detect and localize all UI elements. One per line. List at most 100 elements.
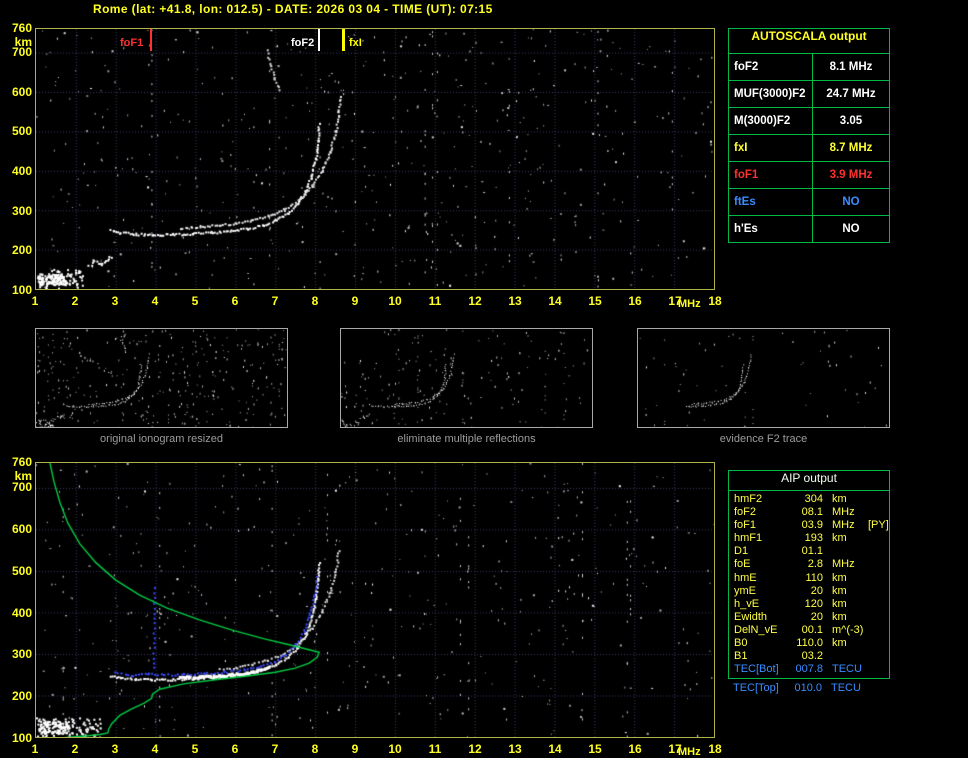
aip-row-hmF1: hmF1193km <box>729 532 889 545</box>
aip-cell-val: 20 <box>792 585 832 598</box>
autoscala-param-label: foF1 <box>729 162 813 188</box>
aip-cell-u: TECU <box>832 663 868 676</box>
x-tick-label: 3 <box>100 294 130 308</box>
aip-cell-note <box>868 585 889 598</box>
aip-cell-val: 010.0 <box>791 682 831 695</box>
marker-line-fof1 <box>150 29 152 51</box>
y-tick-label: 600 <box>4 522 32 536</box>
marker-label-fxi: fxI <box>349 37 362 49</box>
y-tick-label: 400 <box>4 164 32 178</box>
autoscala-param-value: 8.1 MHz <box>813 61 889 73</box>
autoscala-table-rows: foF28.1 MHzMUF(3000)F224.7 MHzM(3000)F23… <box>729 53 889 242</box>
aip-cell-u: MHz <box>832 558 868 571</box>
aip-cell-val: 2.8 <box>792 558 832 571</box>
x-tick-label: 14 <box>540 742 570 756</box>
aip-cell-u: MHz <box>832 506 868 519</box>
thumb-original-ionogram-canvas <box>36 329 287 427</box>
thumb-eliminate-reflections <box>340 328 593 428</box>
x-tick-label: 9 <box>340 742 370 756</box>
x-tick-label: 16 <box>620 742 650 756</box>
aip-cell-val: 08.1 <box>792 506 832 519</box>
aip-cell-val: 304 <box>792 493 832 506</box>
x-tick-label: 9 <box>340 294 370 308</box>
x-tick-label: 11 <box>420 742 450 756</box>
y-axis-unit-label: km <box>4 35 32 49</box>
autoscala-param-label: h'Es <box>729 216 813 242</box>
aip-cell-n: hmE <box>734 572 792 585</box>
aip-cell-note <box>868 572 889 585</box>
aip-cell-u: m^(-3) <box>832 624 868 637</box>
autoscala-param-label: ftEs <box>729 189 813 215</box>
aip-cell-n: TEC[Bot] <box>734 663 792 676</box>
aip-cell-val: 007.8 <box>792 663 832 676</box>
aip-cell-u <box>832 650 868 663</box>
autoscala-param-value: NO <box>813 196 889 208</box>
aip-tec-top-row: TEC[Top]010.0TECU <box>728 682 890 695</box>
autoscala-param-value: NO <box>813 223 889 235</box>
aip-cell-note <box>868 624 889 637</box>
x-tick-label: 14 <box>540 294 570 308</box>
aip-row-DelN_vE: DelN_vE00.1m^(-3) <box>729 624 889 637</box>
aip-cell-n: DelN_vE <box>734 624 792 637</box>
aip-cell-u: km <box>832 493 868 506</box>
y-tick-label: 600 <box>4 85 32 99</box>
thumb-eliminate-reflections-canvas <box>341 329 592 427</box>
x-tick-label: 5 <box>180 742 210 756</box>
autoscala-row-ftEs: ftEsNO <box>729 188 889 215</box>
aip-cell-val: 03.9 <box>792 519 832 532</box>
autoscala-row-M(3000)F2: M(3000)F23.05 <box>729 107 889 134</box>
autoscala-param-label: MUF(3000)F2 <box>729 81 813 107</box>
aip-row-foE: foE2.8MHz <box>729 558 889 571</box>
thumb-evidence-f2-trace-canvas <box>638 329 889 427</box>
aip-row-ymE: ymE20km <box>729 585 889 598</box>
aip-row-B1: B103.2 <box>729 650 889 663</box>
aip-cell-note <box>868 506 889 519</box>
x-tick-label: 1 <box>20 294 50 308</box>
autoscala-param-value: 3.9 MHz <box>813 169 889 181</box>
aip-cell-n: B0 <box>734 637 792 650</box>
x-axis-unit-label: MHz <box>678 298 701 310</box>
aip-row-Ewidth: Ewidth20km <box>729 611 889 624</box>
x-axis-unit-label: MHz <box>678 746 701 758</box>
x-tick-label: 7 <box>260 742 290 756</box>
aip-cell-val: 20 <box>792 611 832 624</box>
aip-cell-val: 193 <box>792 532 832 545</box>
aip-row-D1: D101.1 <box>729 545 889 558</box>
aip-cell-u: TECU <box>831 682 867 695</box>
aip-cell-val: 110.0 <box>792 637 832 650</box>
y-tick-label: 300 <box>4 647 32 661</box>
autoscala-row-foF2: foF28.1 MHz <box>729 53 889 80</box>
autoscala-param-label: M(3000)F2 <box>729 108 813 134</box>
aip-row-hmF2: hmF2304km <box>729 493 889 506</box>
aip-cell-note <box>868 558 889 571</box>
y-axis-unit-label: km <box>4 469 32 483</box>
x-tick-label: 18 <box>700 742 730 756</box>
aip-cell-note <box>868 532 889 545</box>
x-tick-label: 12 <box>460 742 490 756</box>
aip-cell-n: hmF2 <box>734 493 792 506</box>
x-tick-label: 6 <box>220 294 250 308</box>
autoscala-row-MUF(3000)F2: MUF(3000)F224.7 MHz <box>729 80 889 107</box>
x-tick-label: 10 <box>380 742 410 756</box>
x-tick-label: 6 <box>220 742 250 756</box>
thumb-evidence-f2-trace <box>637 328 890 428</box>
aip-row-foF1: foF103.9MHz[PY] <box>729 519 889 532</box>
x-tick-label: 16 <box>620 294 650 308</box>
x-tick-label: 13 <box>500 294 530 308</box>
autoscala-param-value: 8.7 MHz <box>813 142 889 154</box>
aip-cell-u: km <box>832 572 868 585</box>
x-tick-label: 4 <box>140 742 170 756</box>
aip-cell-u: km <box>832 611 868 624</box>
aip-table-rows: hmF2304kmfoF208.1MHzfoF103.9MHz[PY]hmF11… <box>729 493 889 676</box>
aip-cell-u: km <box>832 532 868 545</box>
aip-cell-n: foF2 <box>734 506 792 519</box>
aip-cell-val: 120 <box>792 598 832 611</box>
y-tick-label: 200 <box>4 243 32 257</box>
aip-cell-n: ymE <box>734 585 792 598</box>
autoscala-row-fxI: fxI8.7 MHz <box>729 134 889 161</box>
x-tick-label: 10 <box>380 294 410 308</box>
aip-cell-n: foF1 <box>734 519 792 532</box>
marker-line-fof2 <box>318 29 320 51</box>
y-tick-label: 760 <box>4 455 32 469</box>
autoscala-param-value: 3.05 <box>813 115 889 127</box>
